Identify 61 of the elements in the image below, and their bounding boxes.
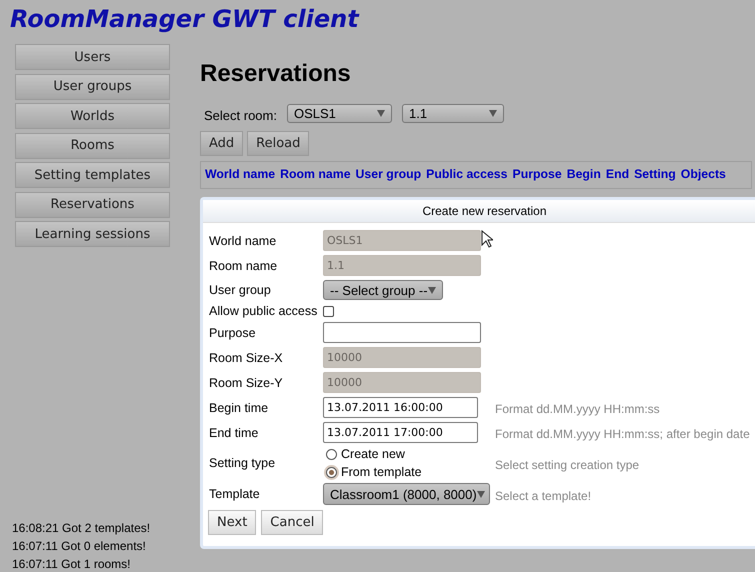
field-label: Allow public access (209, 304, 318, 318)
world-dropdown[interactable]: OSLS1 (286, 104, 392, 123)
radio-option[interactable]: Create new (326, 447, 422, 461)
toolbar-button[interactable]: Add (200, 131, 244, 156)
text-field[interactable]: 13.07.2011 17:00:00 (323, 422, 478, 443)
field-label: Purpose (209, 326, 257, 340)
field-label: World name (209, 234, 278, 248)
radio-label: Create new (341, 447, 405, 461)
caret-icon (488, 110, 497, 117)
field-label: End time (209, 426, 260, 440)
radio-icon[interactable] (326, 448, 337, 460)
field-hint: Format dd.MM.yyyy HH:mm:ss; after begin date (495, 427, 750, 441)
dialog-title: Create new reservation (203, 200, 755, 223)
text-field[interactable] (323, 322, 481, 343)
caret-icon (476, 490, 485, 498)
field-label: Room Size-Y (209, 376, 284, 390)
field-label: Begin time (209, 400, 270, 414)
nav-button[interactable]: Rooms (15, 132, 170, 158)
field-label: Room name (209, 258, 278, 272)
field-hint: Select setting creation type (495, 458, 640, 472)
dialog-button[interactable]: Next (208, 510, 256, 535)
nav-button[interactable]: Reservations (15, 192, 170, 218)
caret-icon (376, 110, 385, 117)
column-header[interactable]: Begin (566, 167, 601, 183)
log-line: 16:07:11 Got 1 rooms! (12, 557, 132, 571)
nav-button[interactable]: Users (15, 44, 170, 70)
field-label: Template (209, 487, 261, 501)
dropdown[interactable]: Classroom1 (8000, 8000) (323, 483, 490, 505)
field-label: Setting type (209, 456, 276, 470)
text-field[interactable]: 13.07.2011 16:00:00 (323, 397, 478, 418)
app-title: RoomManager GWT client (9, 4, 360, 35)
field-hint: Format dd.MM.yyyy HH:mm:ss (495, 402, 660, 416)
dropdown[interactable]: -- Select group -- (323, 280, 443, 300)
log-line: 16:07:11 Got 0 elements! (12, 539, 147, 553)
field-label: Room Size-X (209, 350, 284, 364)
cursor-icon (481, 230, 493, 248)
field-label: User group (209, 283, 272, 297)
column-header[interactable]: Room name (280, 167, 351, 183)
nav-button[interactable]: Setting templates (15, 162, 170, 188)
nav-button[interactable]: User groups (15, 74, 170, 100)
caret-icon (428, 286, 436, 294)
column-header[interactable]: End (606, 167, 630, 183)
room-dropdown[interactable]: 1.1 (402, 104, 504, 123)
log-line: 16:08:21 Got 2 templates! (12, 521, 152, 535)
field-hint: Select a template! (495, 488, 592, 502)
column-header[interactable]: Public access (426, 167, 508, 183)
column-header[interactable]: World name (205, 167, 276, 183)
radio-option[interactable]: From template (326, 465, 422, 479)
radio-label: From template (341, 465, 422, 479)
column-header[interactable]: Purpose (512, 167, 562, 183)
dialog-button[interactable]: Cancel (261, 510, 324, 535)
nav-button[interactable]: Learning sessions (15, 221, 170, 247)
nav-button[interactable]: Worlds (15, 103, 170, 129)
column-header[interactable]: Objects (680, 167, 726, 183)
column-header[interactable]: Setting (634, 167, 676, 183)
toolbar-button[interactable]: Reload (247, 131, 310, 156)
radio-icon[interactable] (326, 466, 337, 478)
select-room-label: Select room: (204, 108, 277, 123)
page-heading: Reservations (200, 60, 352, 88)
column-header[interactable]: User group (356, 167, 422, 183)
checkbox[interactable] (323, 306, 334, 316)
